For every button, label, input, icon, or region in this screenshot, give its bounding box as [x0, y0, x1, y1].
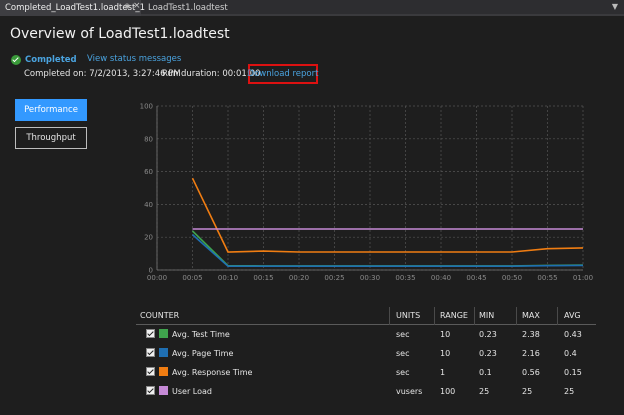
counter-name: Avg. Test Time [172, 330, 230, 339]
counter-name: Avg. Page Time [172, 349, 234, 358]
header-max[interactable]: MAX [522, 311, 540, 320]
header-avg[interactable]: AVG [564, 311, 581, 320]
tab-bar: Completed_LoadTest1.loadtest_1 ◉ × LoadT… [0, 0, 624, 16]
counter-name: Avg. Response Time [172, 368, 253, 377]
header-min[interactable]: MIN [479, 311, 494, 320]
table-header: COUNTER UNITS RANGE MIN MAX AVG [136, 307, 596, 325]
series-color-swatch [159, 329, 168, 338]
x-tick-label: 00:30 [360, 274, 380, 282]
counter-name: User Load [172, 387, 212, 396]
x-tick-label: 00:25 [324, 274, 344, 282]
run-duration-text: Run duration: 00:01:00 [162, 69, 261, 79]
view-status-messages-link[interactable]: View status messages [87, 54, 181, 64]
x-tick-label: 00:15 [253, 274, 273, 282]
header-range[interactable]: RANGE [440, 311, 468, 320]
completed-on-text: Completed on: 7/2/2013, 3:27:46 PM [24, 69, 181, 79]
download-report-highlight: Download report [248, 64, 318, 84]
counter-max: 25 [522, 387, 533, 396]
tab-label: LoadTest1.loadtest [148, 3, 228, 13]
x-tick-label: 00:20 [289, 274, 309, 282]
check-circle-icon [11, 55, 21, 65]
counter-avg: 25 [564, 387, 575, 396]
x-tick-label: 00:10 [218, 274, 238, 282]
x-tick-label: 01:00 [573, 274, 593, 282]
counter-max: 2.16 [522, 349, 540, 358]
series-color-swatch [159, 386, 168, 395]
header-counter[interactable]: COUNTER [140, 311, 179, 320]
header-units[interactable]: UNITS [396, 311, 420, 320]
counter-units: sec [396, 368, 410, 377]
x-tick-label: 00:40 [431, 274, 451, 282]
y-tick-label: 100 [140, 103, 153, 111]
x-tick-label: 00:05 [182, 274, 202, 282]
series-color-swatch [159, 348, 168, 357]
row-checkbox[interactable] [146, 329, 155, 338]
counter-min: 0.23 [479, 330, 497, 339]
counter-range: 10 [440, 349, 451, 358]
counter-min: 25 [479, 387, 490, 396]
counter-units: sec [396, 349, 410, 358]
counter-avg: 0.15 [564, 368, 582, 377]
y-tick-label: 20 [144, 234, 153, 242]
row-checkbox[interactable] [146, 348, 155, 357]
series-line-avg-response-time [191, 177, 584, 253]
series-line-avg-test-time [191, 230, 584, 267]
x-tick-label: 00:45 [466, 274, 486, 282]
status-row: Completed [11, 54, 77, 66]
download-report-link[interactable]: Download report [248, 69, 319, 79]
table-row[interactable]: Avg. Response Time sec 1 0.1 0.56 0.15 [136, 363, 596, 382]
close-icon[interactable]: × [133, 1, 141, 11]
counter-max: 2.38 [522, 330, 540, 339]
tab-loadtest[interactable]: LoadTest1.loadtest [142, 0, 228, 16]
x-tick-label: 00:00 [147, 274, 167, 282]
counter-avg: 0.43 [564, 330, 582, 339]
table-row[interactable]: Avg. Test Time sec 10 0.23 2.38 0.43 [136, 325, 596, 344]
counter-max: 0.56 [522, 368, 540, 377]
tab-completed-loadtest[interactable]: Completed_LoadTest1.loadtest_1 ◉ × [0, 0, 145, 16]
counter-table: COUNTER UNITS RANGE MIN MAX AVG Avg. Tes… [136, 307, 596, 401]
y-tick-label: 80 [144, 135, 153, 143]
counter-range: 10 [440, 330, 451, 339]
pin-icon[interactable]: ◉ [124, 2, 130, 10]
row-checkbox[interactable] [146, 367, 155, 376]
counter-range: 1 [440, 368, 446, 377]
table-row[interactable]: Avg. Page Time sec 10 0.23 2.16 0.4 [136, 344, 596, 363]
page-title: Overview of LoadTest1.loadtest [10, 26, 230, 42]
y-tick-label: 40 [144, 201, 153, 209]
counter-units: vusers [396, 387, 423, 396]
series-color-swatch [159, 367, 168, 376]
x-tick-label: 00:50 [502, 274, 522, 282]
throughput-button[interactable]: Throughput [15, 127, 87, 149]
counter-min: 0.23 [479, 349, 497, 358]
chevron-down-icon[interactable]: ▼ [612, 2, 618, 11]
counter-min: 0.1 [479, 368, 492, 377]
counter-range: 100 [440, 387, 456, 396]
x-tick-label: 00:35 [395, 274, 415, 282]
y-tick-label: 0 [149, 267, 153, 275]
x-tick-label: 00:55 [537, 274, 557, 282]
table-row[interactable]: User Load vusers 100 25 25 25 [136, 382, 596, 401]
performance-button[interactable]: Performance [15, 99, 87, 121]
row-checkbox[interactable] [146, 386, 155, 395]
y-tick-label: 60 [144, 168, 153, 176]
status-completed: Completed [25, 55, 77, 65]
counter-avg: 0.4 [564, 349, 577, 358]
counter-units: sec [396, 330, 410, 339]
performance-chart: 00:00 00:05 00:10 00:15 00:20 00:25 00:30 00:35… [140, 103, 593, 283]
